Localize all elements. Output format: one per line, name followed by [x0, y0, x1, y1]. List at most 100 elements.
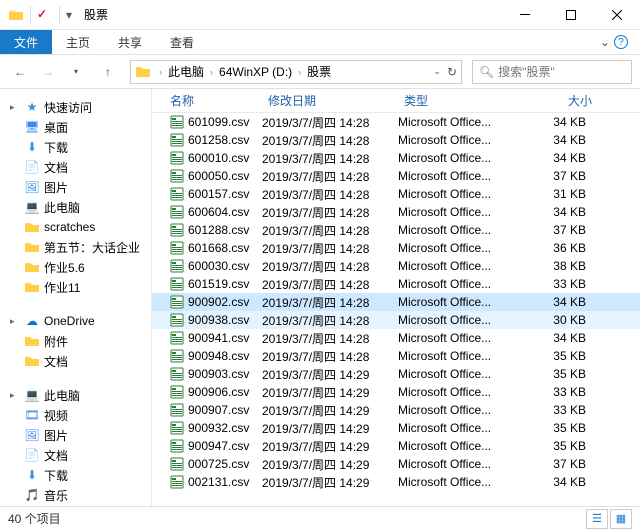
up-button[interactable]: ↑ — [96, 60, 120, 84]
file-row[interactable]: 600050.csv 2019/3/7/周四 14:28 Microsoft O… — [152, 167, 640, 185]
crumb-drive[interactable]: 64WinXP (D:) — [217, 65, 294, 79]
address-dropdown[interactable]: ⌄ — [433, 66, 441, 77]
file-list: 名称 修改日期 类型 大小 601099.csv 2019/3/7/周四 14:… — [152, 89, 640, 506]
csv-icon — [170, 331, 184, 345]
file-row[interactable]: 601288.csv 2019/3/7/周四 14:28 Microsoft O… — [152, 221, 640, 239]
file-row[interactable]: 600010.csv 2019/3/7/周四 14:28 Microsoft O… — [152, 149, 640, 167]
tree-item[interactable]: ⬇下载 — [6, 137, 151, 157]
col-type[interactable]: 类型 — [398, 92, 528, 109]
file-row[interactable]: 900902.csv 2019/3/7/周四 14:28 Microsoft O… — [152, 293, 640, 311]
file-size: 34 KB — [528, 295, 598, 309]
tree-label: 附件 — [44, 333, 68, 350]
video-icon: 🎞 — [24, 407, 40, 423]
file-type: Microsoft Office... — [398, 241, 528, 255]
file-size: 35 KB — [528, 367, 598, 381]
csv-icon — [170, 151, 184, 165]
column-headers[interactable]: 名称 修改日期 类型 大小 — [152, 89, 640, 113]
file-date: 2019/3/7/周四 14:28 — [262, 276, 398, 293]
details-view-button[interactable]: ☰ — [586, 509, 608, 529]
tree-label: 视频 — [44, 407, 68, 424]
file-row[interactable]: 900948.csv 2019/3/7/周四 14:28 Microsoft O… — [152, 347, 640, 365]
qat-dropdown[interactable]: ▾ — [66, 8, 72, 22]
tree-item[interactable]: 文档 — [6, 351, 151, 371]
tree-item[interactable]: scratches — [6, 217, 151, 237]
tree-item[interactable]: 🎵音乐 — [6, 485, 151, 505]
file-type: Microsoft Office... — [398, 259, 528, 273]
file-date: 2019/3/7/周四 14:29 — [262, 366, 398, 383]
tree-item[interactable]: 🖥桌面 — [6, 117, 151, 137]
file-row[interactable]: 900907.csv 2019/3/7/周四 14:29 Microsoft O… — [152, 401, 640, 419]
tree-root[interactable]: ▸☁OneDrive — [6, 311, 151, 331]
tree-item[interactable]: 📄文档 — [6, 157, 151, 177]
checkmark-icon[interactable]: ✓ — [37, 7, 53, 23]
tree-item[interactable]: 第五节：大话企业 — [6, 237, 151, 257]
tab-file[interactable]: 文件 — [0, 30, 52, 54]
file-row[interactable]: 900906.csv 2019/3/7/周四 14:29 Microsoft O… — [152, 383, 640, 401]
csv-icon — [170, 367, 184, 381]
tree-item[interactable]: 🎞视频 — [6, 405, 151, 425]
file-date: 2019/3/7/周四 14:29 — [262, 384, 398, 401]
forward-button[interactable]: → — [36, 60, 60, 84]
col-date[interactable]: 修改日期 — [262, 92, 398, 109]
crumb-this-pc[interactable]: 此电脑 — [166, 63, 206, 80]
tab-home[interactable]: 主页 — [52, 30, 104, 54]
col-name[interactable]: 名称 — [152, 92, 262, 109]
tree-item[interactable]: 💻此电脑 — [6, 197, 151, 217]
file-date: 2019/3/7/周四 14:29 — [262, 456, 398, 473]
maximize-button[interactable] — [548, 0, 594, 30]
file-rows[interactable]: 601099.csv 2019/3/7/周四 14:28 Microsoft O… — [152, 113, 640, 506]
file-row[interactable]: 900903.csv 2019/3/7/周四 14:29 Microsoft O… — [152, 365, 640, 383]
close-button[interactable] — [594, 0, 640, 30]
tree-label: 第五节：大话企业 — [44, 239, 140, 256]
file-row[interactable]: 601519.csv 2019/3/7/周四 14:28 Microsoft O… — [152, 275, 640, 293]
file-row[interactable]: 601668.csv 2019/3/7/周四 14:28 Microsoft O… — [152, 239, 640, 257]
search-input[interactable]: 🔍︎ 搜索"股票" — [472, 60, 632, 84]
file-size: 37 KB — [528, 169, 598, 183]
tree-label: 此电脑 — [44, 387, 80, 404]
ribbon-help[interactable]: ⌄ ? — [588, 30, 640, 54]
tree-item[interactable]: 📄文档 — [6, 445, 151, 465]
file-name: 002131.csv — [188, 475, 249, 489]
file-row[interactable]: 900938.csv 2019/3/7/周四 14:28 Microsoft O… — [152, 311, 640, 329]
file-date: 2019/3/7/周四 14:28 — [262, 132, 398, 149]
tree-item[interactable]: 作业11 — [6, 277, 151, 297]
file-name: 600050.csv — [188, 169, 249, 183]
tree-root[interactable]: ▸💻此电脑 — [6, 385, 151, 405]
minimize-button[interactable] — [502, 0, 548, 30]
file-row[interactable]: 600030.csv 2019/3/7/周四 14:28 Microsoft O… — [152, 257, 640, 275]
refresh-button[interactable]: ↻ — [447, 65, 457, 79]
file-row[interactable]: 900941.csv 2019/3/7/周四 14:28 Microsoft O… — [152, 329, 640, 347]
file-row[interactable]: 600157.csv 2019/3/7/周四 14:28 Microsoft O… — [152, 185, 640, 203]
file-name: 601288.csv — [188, 223, 249, 237]
file-name: 900907.csv — [188, 403, 249, 417]
tree-item[interactable]: 附件 — [6, 331, 151, 351]
tree-item[interactable]: 🖼图片 — [6, 177, 151, 197]
tree-root[interactable]: ▸★快速访问 — [6, 97, 151, 117]
file-row[interactable]: 000725.csv 2019/3/7/周四 14:29 Microsoft O… — [152, 455, 640, 473]
file-name: 601519.csv — [188, 277, 249, 291]
file-type: Microsoft Office... — [398, 169, 528, 183]
tree-item[interactable]: 🖼图片 — [6, 425, 151, 445]
tab-share[interactable]: 共享 — [104, 30, 156, 54]
file-date: 2019/3/7/周四 14:28 — [262, 312, 398, 329]
file-row[interactable]: 900932.csv 2019/3/7/周四 14:29 Microsoft O… — [152, 419, 640, 437]
folder-icon — [24, 353, 40, 369]
file-type: Microsoft Office... — [398, 385, 528, 399]
file-name: 600604.csv — [188, 205, 249, 219]
address-bar[interactable]: › 此电脑 › 64WinXP (D:) › 股票 ⌄ ↻ — [130, 60, 462, 84]
tree-item[interactable]: ⬇下载 — [6, 465, 151, 485]
file-row[interactable]: 002131.csv 2019/3/7/周四 14:29 Microsoft O… — [152, 473, 640, 491]
tab-view[interactable]: 查看 — [156, 30, 208, 54]
file-row[interactable]: 600604.csv 2019/3/7/周四 14:28 Microsoft O… — [152, 203, 640, 221]
back-button[interactable]: ← — [8, 60, 32, 84]
file-row[interactable]: 900947.csv 2019/3/7/周四 14:29 Microsoft O… — [152, 437, 640, 455]
crumb-folder[interactable]: 股票 — [305, 63, 333, 80]
file-date: 2019/3/7/周四 14:28 — [262, 348, 398, 365]
nav-tree[interactable]: ▸★快速访问🖥桌面⬇下载📄文档🖼图片💻此电脑scratches第五节：大话企业作… — [0, 89, 152, 506]
file-row[interactable]: 601099.csv 2019/3/7/周四 14:28 Microsoft O… — [152, 113, 640, 131]
col-size[interactable]: 大小 — [528, 92, 598, 109]
file-row[interactable]: 601258.csv 2019/3/7/周四 14:28 Microsoft O… — [152, 131, 640, 149]
tree-item[interactable]: 作业5.6 — [6, 257, 151, 277]
history-dropdown[interactable]: ▾ — [64, 60, 88, 84]
icons-view-button[interactable]: ▦ — [610, 509, 632, 529]
